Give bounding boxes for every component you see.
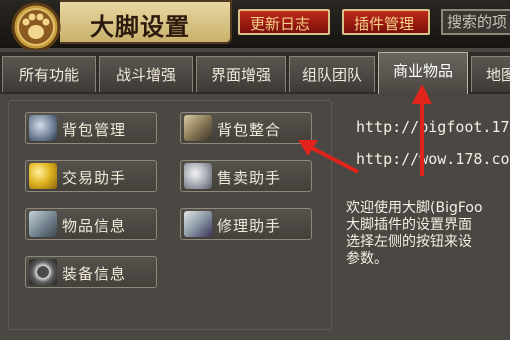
search-input[interactable]: 搜索的项 (441, 9, 510, 35)
feature-label: 背包管理 (62, 121, 127, 139)
welcome-text: 欢迎使用大脚(BigFoo 大脚插件的设置界面 选择左侧的按钮来设 参数。 (346, 200, 510, 268)
feature-label: 背包整合 (217, 121, 282, 139)
gold-coin-icon (29, 163, 57, 189)
feature-equipment-info-button[interactable]: 装备信息 (25, 256, 157, 288)
item-info-icon (29, 211, 57, 237)
feature-bag-manager-button[interactable]: 背包管理 (25, 112, 157, 144)
bigfoot-url-link[interactable]: http://bigfoot.178.com (356, 118, 510, 136)
bag-sort-icon (184, 115, 212, 141)
welcome-line: 参数。 (346, 251, 388, 267)
silver-coin-icon (184, 163, 212, 189)
header-bar: 大脚设置 更新日志 插件管理 搜索的项 (0, 0, 510, 50)
changelog-button[interactable]: 更新日志 (238, 9, 330, 35)
category-tabs: 所有功能 战斗增强 界面增强 组队团队 商业物品 地图 (0, 52, 510, 96)
feature-label: 售卖助手 (217, 169, 282, 187)
feature-item-info-button[interactable]: 物品信息 (25, 208, 157, 240)
window-title: 大脚设置 (90, 13, 190, 41)
feature-label: 物品信息 (62, 217, 127, 235)
feature-label: 交易助手 (62, 169, 127, 187)
tab-interface[interactable]: 界面增强 (196, 56, 286, 92)
tab-commerce-items[interactable]: 商业物品 (378, 52, 468, 94)
feature-trade-helper-button[interactable]: 交易助手 (25, 160, 157, 192)
feature-label: 修理助手 (217, 217, 282, 235)
feature-bag-sort-button[interactable]: 背包整合 (180, 112, 312, 144)
anvil-icon (184, 211, 212, 237)
tab-map[interactable]: 地图 (471, 56, 510, 92)
feature-label: 装备信息 (62, 265, 127, 283)
welcome-line: 选择左侧的按钮来设 (346, 234, 472, 250)
plugin-manager-button[interactable]: 插件管理 (342, 9, 430, 35)
tab-combat[interactable]: 战斗增强 (99, 56, 193, 92)
tab-party-raid[interactable]: 组队团队 (289, 56, 375, 92)
feature-sell-helper-button[interactable]: 售卖助手 (180, 160, 312, 192)
bigfoot-settings-window: 大脚设置 更新日志 插件管理 搜索的项 所有功能 战斗增强 界面增强 组队团队 … (0, 0, 510, 340)
backpack-icon (29, 115, 57, 141)
title-plate: 大脚设置 (60, 0, 232, 44)
welcome-line: 欢迎使用大脚(BigFoo (346, 200, 483, 216)
equipment-icon (29, 259, 57, 285)
tab-all-features[interactable]: 所有功能 (2, 56, 96, 92)
welcome-line: 大脚插件的设置界面 (346, 217, 472, 233)
bigfoot-paw-logo-icon (11, 2, 61, 50)
feature-repair-helper-button[interactable]: 修理助手 (180, 208, 312, 240)
wow-url-link[interactable]: http://wow.178.com (356, 150, 510, 168)
